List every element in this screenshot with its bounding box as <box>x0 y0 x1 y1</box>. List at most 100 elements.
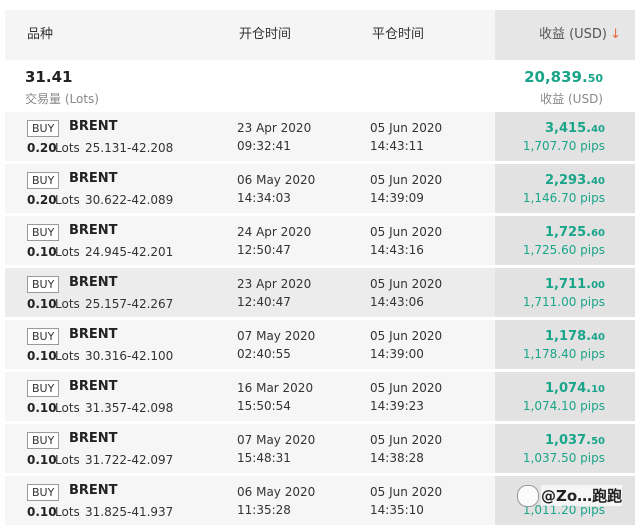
open-date: 24 Apr 2020 <box>237 225 312 239</box>
open-date: 07 May 2020 <box>237 329 316 343</box>
open-time: 11:35:28 <box>237 503 291 517</box>
price-range: 25.157-42.267 <box>85 297 174 311</box>
profit-value: 1,037.50 <box>545 433 605 448</box>
profit-cell <box>495 112 635 161</box>
column-header-open-time[interactable]: 开仓时间 <box>239 10 291 60</box>
profit-pips: 1,707.70 pips <box>522 139 605 153</box>
table-row[interactable]: BUY BRENT 0.10 Lots 24.945-42.201 24 Apr 2020… <box>5 216 635 265</box>
lot-size: 0.10 <box>27 297 57 311</box>
trade-type-badge: BUY <box>27 276 60 293</box>
trade-type-badge: BUY <box>27 224 60 241</box>
table-row[interactable]: BUY BRENT 0.20 Lots 30.622-42.089 06 May 2020… <box>5 164 635 213</box>
profit-value: 1,725.60 <box>545 225 605 240</box>
trade-type-badge: BUY <box>27 484 60 501</box>
total-lots-label: 交易量 (Lots) <box>25 92 99 106</box>
profit-int: 1,711. <box>545 277 592 292</box>
symbol-name: BRENT <box>69 327 118 342</box>
lot-unit: Lots <box>55 141 80 155</box>
table-row[interactable]: BUY BRENT 0.20 Lots 25.131-42.208 23 Apr 2020… <box>5 112 635 161</box>
open-date: 06 May 2020 <box>237 173 316 187</box>
symbol-name: BRENT <box>69 223 118 238</box>
close-time: 14:39:23 <box>370 399 424 413</box>
table-row[interactable]: BUY BRENT 0.10 Lots 30.316-42.100 07 May 2020… <box>5 320 635 369</box>
close-time: 14:38:28 <box>370 451 424 465</box>
lot-size: 0.10 <box>27 245 57 259</box>
close-time: 14:43:16 <box>370 243 424 257</box>
lot-size: 0.20 <box>27 141 57 155</box>
open-time: 14:34:03 <box>237 191 291 205</box>
price-range: 31.825-41.937 <box>85 505 174 519</box>
total-lots: 31.41 <box>25 68 73 86</box>
profit-value: 2,293.40 <box>545 173 605 188</box>
open-time: 15:50:54 <box>237 399 291 413</box>
close-time: 14:39:09 <box>370 191 424 205</box>
profit-int: 1,725. <box>545 225 592 240</box>
open-date: 23 Apr 2020 <box>237 121 312 135</box>
symbol-name: BRENT <box>69 171 118 186</box>
lot-unit: Lots <box>55 297 80 311</box>
close-date: 05 Jun 2020 <box>370 225 443 239</box>
profit-pips: 1,725.60 pips <box>522 243 605 257</box>
profit-dec: 40 <box>591 332 605 343</box>
profit-cell <box>495 268 635 317</box>
watermark-text: @Zo…跑跑 <box>541 485 623 506</box>
lot-size: 0.10 <box>27 453 57 467</box>
symbol-name: BRENT <box>69 119 118 134</box>
profit-pips: 1,037.50 pips <box>522 451 605 465</box>
trade-type-badge: BUY <box>27 172 60 189</box>
profit-value: 1,074.10 <box>545 381 605 396</box>
symbol-name: BRENT <box>69 275 118 290</box>
profit-value: 1,711.00 <box>545 277 605 292</box>
profit-pips: 1,178.40 pips <box>522 347 605 361</box>
lot-size: 0.10 <box>27 505 57 519</box>
trade-history-table: 品种 开仓时间 平仓时间 收益 (USD) ↓ 31.41 交易量 (Lots)… <box>5 0 635 529</box>
close-date: 05 Jun 2020 <box>370 121 443 135</box>
close-date: 05 Jun 2020 <box>370 277 443 291</box>
profit-value: 1,178.40 <box>545 329 605 344</box>
open-date: 07 May 2020 <box>237 433 316 447</box>
lot-unit: Lots <box>55 505 80 519</box>
profit-int: 3,415. <box>545 121 592 136</box>
lot-size: 0.10 <box>27 349 57 363</box>
watermark-logo-icon <box>517 485 539 507</box>
watermark: @Zo…跑跑 <box>517 483 640 507</box>
open-time: 12:50:47 <box>237 243 291 257</box>
price-range: 25.131-42.208 <box>85 141 174 155</box>
summary-row: 31.41 交易量 (Lots) 20,839.50 收益 (USD) <box>5 60 635 110</box>
open-time: 02:40:55 <box>237 347 291 361</box>
profit-pips: 1,074.10 pips <box>522 399 605 413</box>
open-date: 16 Mar 2020 <box>237 381 314 395</box>
open-date: 23 Apr 2020 <box>237 277 312 291</box>
symbol-name: BRENT <box>69 483 118 498</box>
total-profit-int: 20,839. <box>524 68 588 86</box>
profit-int: 2,293. <box>545 173 592 188</box>
profit-cell <box>495 424 635 473</box>
close-time: 14:43:11 <box>370 139 424 153</box>
profit-pips: 1,146.70 pips <box>522 191 605 205</box>
lot-unit: Lots <box>55 453 80 467</box>
profit-int: 1,074. <box>545 381 592 396</box>
profit-dec: 40 <box>591 176 605 187</box>
lot-unit: Lots <box>55 349 80 363</box>
profit-value: 3,415.40 <box>545 121 605 136</box>
lot-unit: Lots <box>55 401 80 415</box>
close-date: 05 Jun 2020 <box>370 173 443 187</box>
table-row[interactable]: BUY BRENT 0.10 Lots 31.357-42.098 16 Mar 2020… <box>5 372 635 421</box>
profit-cell <box>495 216 635 265</box>
profit-dec: 60 <box>591 228 605 239</box>
profit-dec: 50 <box>591 436 605 447</box>
table-row[interactable]: BUY BRENT 0.10 Lots 31.722-42.097 07 May 2020… <box>5 424 635 473</box>
lot-unit: Lots <box>55 193 80 207</box>
column-header-symbol[interactable]: 品种 <box>27 10 53 60</box>
column-header-close-time[interactable]: 平仓时间 <box>372 10 424 60</box>
profit-int: 1,178. <box>545 329 592 344</box>
close-time: 14:43:06 <box>370 295 424 309</box>
table-row[interactable]: BUY BRENT 0.10 Lots 25.157-42.267 23 Apr 2020… <box>5 268 635 317</box>
total-profit: 20,839.50 <box>524 68 603 86</box>
price-range: 30.316-42.100 <box>85 349 174 363</box>
open-time: 09:32:41 <box>237 139 291 153</box>
lot-size: 0.10 <box>27 401 57 415</box>
total-profit-label: 收益 (USD) <box>540 92 603 106</box>
column-header-profit[interactable]: 收益 (USD) ↓ <box>495 10 635 60</box>
price-range: 24.945-42.201 <box>85 245 174 259</box>
